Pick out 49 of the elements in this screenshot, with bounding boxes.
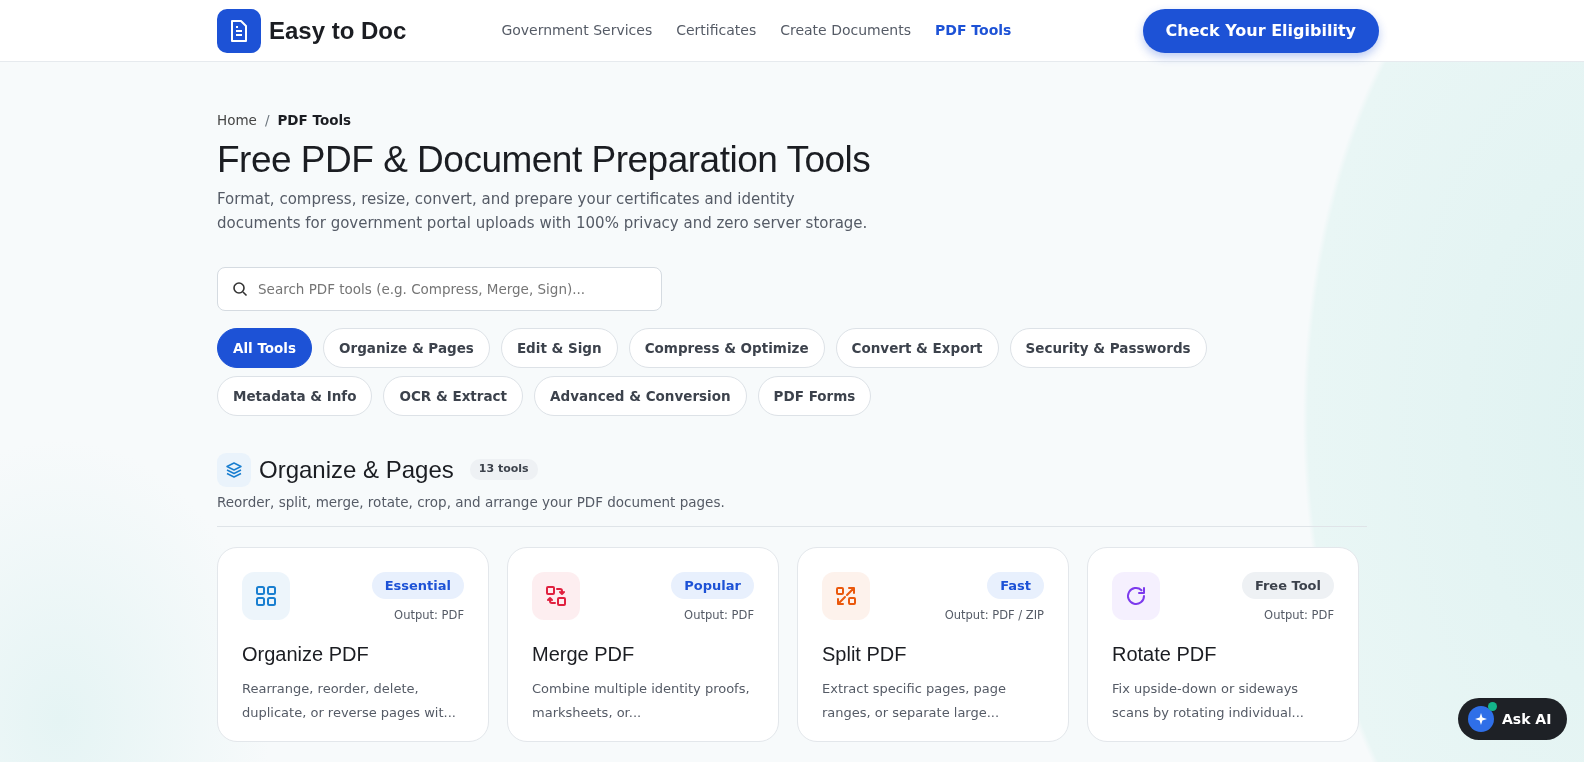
- filter-tab[interactable]: PDF Forms: [757, 375, 872, 416]
- ask-ai-button[interactable]: Ask AI: [1458, 698, 1568, 740]
- sparkle-icon: [1468, 706, 1494, 732]
- nav-link[interactable]: Certificates: [676, 20, 757, 41]
- filter-tab[interactable]: All Tools: [217, 327, 313, 368]
- filter-tab[interactable]: Security & Passwords: [1009, 327, 1207, 368]
- tool-card[interactable]: Popular Output: PDF Merge PDF Combine multiple identity proofs, marksheets, or...: [507, 546, 779, 742]
- filter-tab[interactable]: Compress & Optimize: [628, 327, 825, 368]
- tool-card[interactable]: Fast Output: PDF / ZIP Split PDF Extract specific pages, page ranges, or separate large...: [797, 546, 1069, 742]
- tool-description: Rearrange, reorder, delete, duplicate, or reverse pages wit...: [242, 679, 457, 722]
- breadcrumb-separator: /: [264, 111, 270, 130]
- tool-badge: Popular: [671, 571, 754, 600]
- filter-tab[interactable]: Convert & Export: [835, 327, 999, 368]
- eligibility-button[interactable]: Check Your Eligibility: [1142, 8, 1379, 53]
- tool-description: Combine multiple identity proofs, marksheets, or...: [532, 679, 751, 722]
- tool-badge: Free Tool: [1241, 571, 1334, 600]
- output-format: Output: PDF / ZIP: [944, 607, 1044, 625]
- nav-link[interactable]: PDF Tools: [935, 20, 1012, 41]
- filter-tab[interactable]: Metadata & Info: [217, 375, 373, 416]
- nav-link[interactable]: Create Documents: [780, 20, 911, 41]
- breadcrumb-link[interactable]: Home: [217, 110, 257, 131]
- tool-badge: Fast: [987, 571, 1044, 600]
- filter-tab[interactable]: Advanced & Conversion: [534, 375, 747, 416]
- nav-link[interactable]: Government Services: [501, 20, 653, 41]
- page-title: Free PDF & Document Preparation Tools: [217, 138, 872, 183]
- tool-name: Merge PDF: [532, 641, 636, 667]
- tool-name: Split PDF: [822, 641, 908, 667]
- output-format: Output: PDF: [1264, 607, 1334, 625]
- tool-description: Fix upside-down or sideways scans by rotating individual...: [1112, 679, 1305, 722]
- section-title: Organize & Pages: [259, 454, 454, 485]
- output-format: Output: PDF: [684, 607, 754, 625]
- tool-description: Extract specific pages, page ranges, or separate large...: [822, 679, 1007, 722]
- section-description: Reorder, split, merge, rotate, crop, and arrange your PDF document pages.: [217, 492, 726, 512]
- tool-name: Rotate PDF: [1112, 641, 1218, 667]
- page-subtitle: Format, compress, resize, convert, and prepare your certificates and identity documents for government portal uploads with 100% privacy and zero server storage.: [217, 188, 869, 234]
- output-format: Output: PDF: [394, 607, 464, 625]
- tool-count: 13 tools: [469, 459, 538, 480]
- tool-badge: Essential: [371, 571, 464, 600]
- tool-name: Organize PDF: [242, 641, 370, 667]
- layers-icon: [217, 452, 251, 487]
- filter-tab[interactable]: Edit & Sign: [500, 327, 618, 368]
- tool-card[interactable]: Essential Output: PDF Organize PDF Rearrange, reorder, delete, duplicate, or reverse pages wit...: [217, 546, 489, 742]
- filter-tab[interactable]: Organize & Pages: [323, 327, 490, 368]
- filter-tab[interactable]: OCR & Extract: [383, 375, 523, 416]
- search-field[interactable]: Search PDF tools (e.g. Compress, Merge, Sign)...: [217, 266, 662, 311]
- tool-card[interactable]: Free Tool Output: PDF Rotate PDF Fix upside-down or sideways scans by rotating individual...: [1087, 546, 1359, 742]
- logo-icon[interactable]: [217, 8, 261, 53]
- brand-name[interactable]: Easy to Doc: [269, 12, 407, 49]
- breadcrumb-current: PDF Tools: [277, 111, 352, 130]
